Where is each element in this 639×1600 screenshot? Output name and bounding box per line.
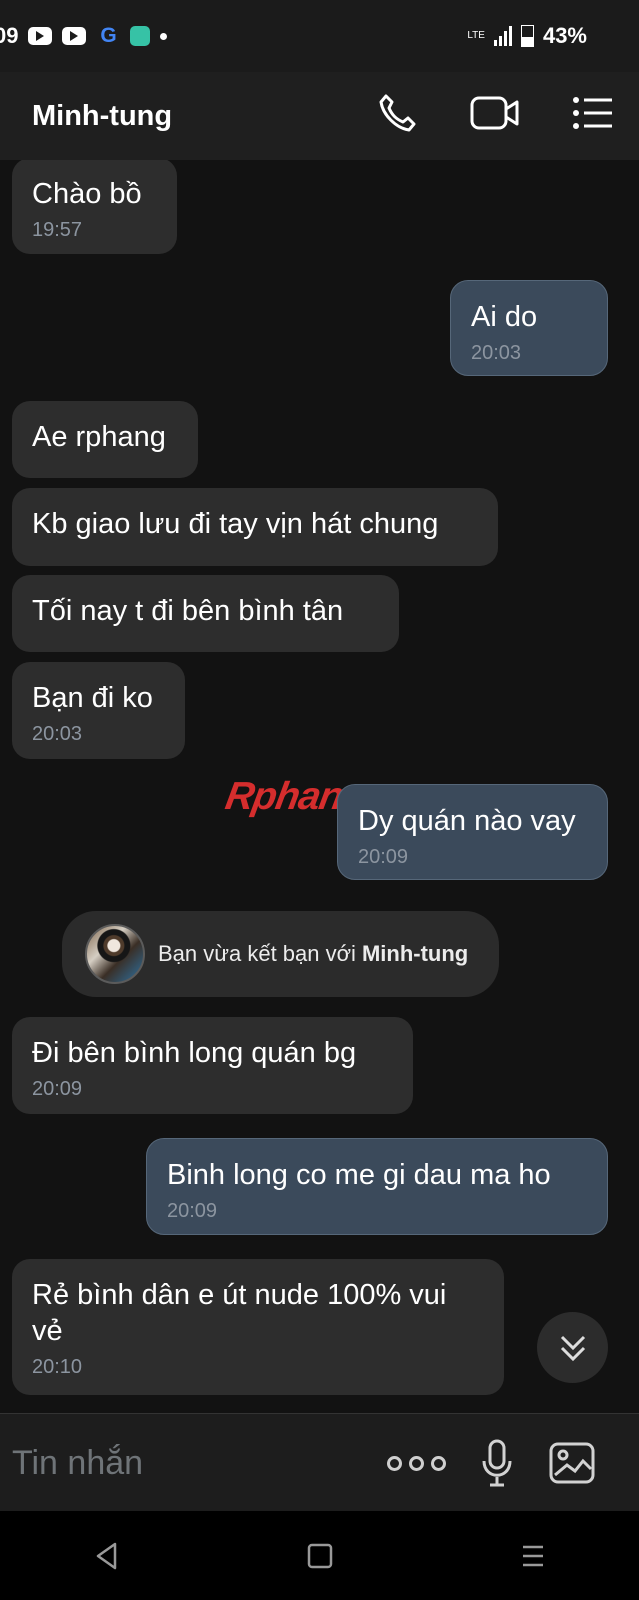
notice-message: Bạn vừa kết bạn với: [158, 941, 356, 966]
message-text: Kb giao lưu đi tay vịn hát chung: [32, 508, 439, 540]
battery-percentage: 43%: [542, 23, 587, 48]
avatar[interactable]: [85, 924, 145, 984]
menu-list-icon[interactable]: [572, 95, 614, 131]
back-icon[interactable]: [93, 1541, 121, 1571]
microphone-icon[interactable]: [480, 1439, 514, 1487]
message-time: 20:10: [32, 1356, 83, 1378]
message-bubble[interactable]: Dy quán nào vay 20:09: [337, 784, 608, 880]
youtube-icon: [28, 27, 53, 45]
friend-added-notice: Bạn vừa kết bạn với Minh-tung: [62, 911, 499, 997]
status-right: LTE 43%: [467, 23, 587, 49]
status-left: 09 G: [0, 23, 168, 49]
chat-header: Minh-tung: [0, 72, 639, 160]
message-bubble[interactable]: Binh long co me gi dau ma ho 20:09: [146, 1138, 608, 1235]
message-time: 20:09: [167, 1200, 218, 1222]
notice-contact-name[interactable]: Minh-tung: [362, 941, 468, 966]
status-time: 09: [0, 23, 19, 48]
message-bubble[interactable]: Kb giao lưu đi tay vịn hát chung: [12, 488, 498, 566]
network-label: LTE: [467, 30, 485, 41]
notice-text: Bạn vừa kết bạn với Minh-tung: [158, 941, 468, 967]
message-composer: Tin nhắn: [0, 1413, 639, 1512]
message-time: 20:03: [32, 723, 83, 745]
message-bubble[interactable]: Bạn đi ko 20:03: [12, 662, 185, 759]
image-icon[interactable]: [548, 1441, 596, 1485]
home-icon[interactable]: [306, 1542, 334, 1570]
message-time: 20:03: [471, 342, 522, 364]
battery-icon: [520, 25, 534, 47]
message-bubble[interactable]: Ae rphang: [12, 401, 198, 478]
youtube-icon: [62, 27, 87, 45]
message-time: 20:09: [358, 846, 409, 868]
message-list[interactable]: Chào bồ 19:57 Ai do 20:03 Ae rphang Kb g…: [0, 160, 639, 1413]
status-bar: 09 G LTE 43%: [0, 0, 639, 72]
message-text: Chào bồ: [32, 178, 142, 210]
app-icon: [130, 26, 151, 46]
video-icon[interactable]: [470, 94, 520, 132]
more-icon[interactable]: [387, 1455, 446, 1471]
message-text: Binh long co me gi dau ma ho: [167, 1159, 551, 1191]
scroll-to-bottom-button[interactable]: [537, 1312, 608, 1383]
header-actions: [376, 92, 614, 134]
message-text: Dy quán nào vay: [358, 805, 576, 837]
phone-icon[interactable]: [376, 92, 418, 134]
composer-actions: [387, 1439, 596, 1487]
message-bubble[interactable]: Rẻ bình dân e út nude 100% vui vẻ 20:10: [12, 1259, 504, 1395]
message-bubble[interactable]: Ai do 20:03: [450, 280, 608, 376]
message-text: Đi bên bình long quán bg: [32, 1037, 357, 1069]
message-bubble[interactable]: Đi bên bình long quán bg 20:09: [12, 1017, 413, 1114]
message-text: Bạn đi ko: [32, 682, 153, 714]
dot-icon: [160, 32, 168, 40]
message-bubble[interactable]: Chào bồ 19:57: [12, 160, 177, 254]
message-text: Rẻ bình dân e út nude 100% vui vẻ: [32, 1279, 447, 1347]
message-time: 19:57: [32, 219, 83, 241]
message-text: Tối nay t đi bên bình tân: [32, 595, 344, 627]
message-text: Ae rphang: [32, 421, 166, 453]
message-time: 20:09: [32, 1078, 83, 1100]
message-bubble[interactable]: Tối nay t đi bên bình tân: [12, 575, 399, 652]
message-text: Ai do: [471, 301, 538, 333]
recents-icon[interactable]: [519, 1542, 547, 1570]
contact-name[interactable]: Minh-tung: [32, 100, 172, 133]
message-input[interactable]: Tin nhắn: [12, 1444, 387, 1483]
double-chevron-down-icon: [560, 1335, 585, 1361]
system-navigation-bar: [0, 1511, 639, 1600]
signal-icon: [493, 26, 512, 46]
google-icon: G: [100, 24, 117, 47]
